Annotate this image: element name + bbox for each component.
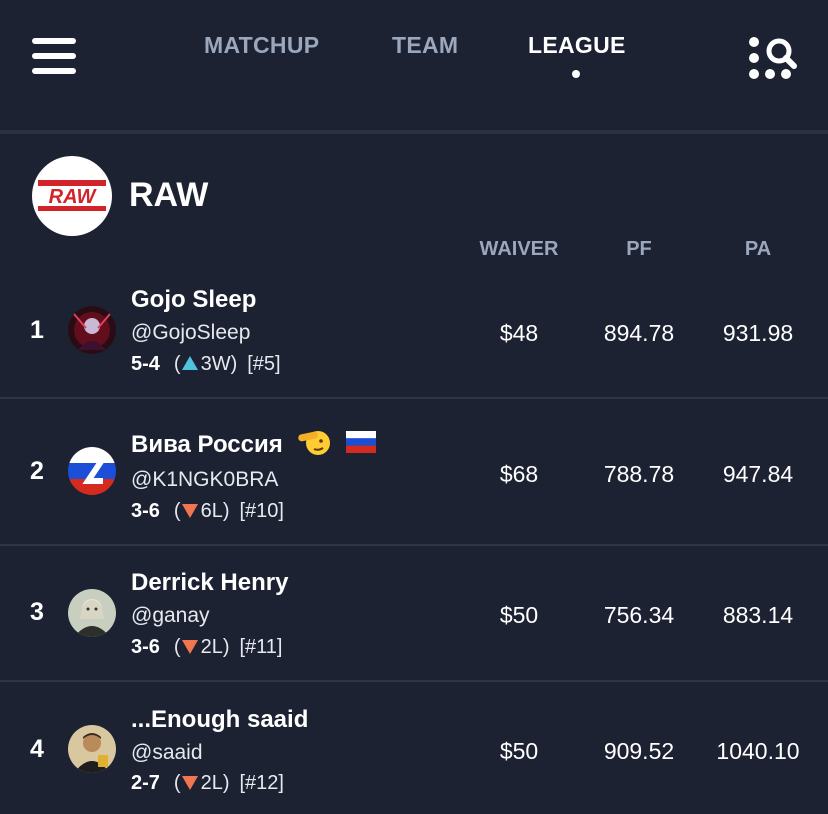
team-handle: @GojoSleep [131,321,251,344]
streak-text: 3W) [200,353,238,375]
win-loss-record: 3-6 [131,636,160,658]
nav-divider [0,130,828,134]
points-for: 756.34 [603,602,675,628]
rank: 4 [30,735,44,763]
team-handle: @ganay [131,604,210,627]
seed: [#12] [239,772,284,794]
team-name[interactable]: Вива Россия [131,431,283,458]
team-name[interactable]: Derrick Henry [131,569,288,597]
streak-text: 2L) [200,636,230,658]
streak-up-icon [181,356,198,370]
league-logo: RAW [32,156,112,236]
points-against: 883.14 [722,602,794,628]
avatar[interactable] [68,589,116,637]
column-header-waiver[interactable]: WAIVER [468,238,570,261]
top-nav-bar: MATCHUP TEAM LEAGUE [0,0,828,130]
streak: (6L) [173,500,230,522]
waiver-budget: $50 [499,738,539,764]
team-name-row: Вива Россия [131,428,377,463]
standings-row[interactable]: 4 ...Enough saaid @saaid 2-7 (2L) [#12] $5… [0,682,828,814]
points-for: 788.78 [603,461,675,487]
tab-matchup[interactable]: MATCHUP [204,32,319,59]
team-name[interactable]: Gojo Sleep [131,286,256,314]
russia-flag-icon [346,431,377,460]
win-loss-record: 5-4 [131,353,160,375]
league-name: RAW [129,176,209,214]
rank: 3 [30,598,44,626]
seed: [#11] [239,636,283,658]
standings-row[interactable]: 2 Вива Россия @K1NGK0BRA 3-6 (6L) [#10]… [0,399,828,545]
team-handle: @saaid [131,741,203,764]
streak-text: 2L) [200,772,230,794]
streak: (2L) [173,636,230,658]
avatar[interactable] [68,447,116,495]
waiver-budget: $48 [499,320,539,346]
streak: (2L) [173,772,230,794]
column-header-pa[interactable]: PA [705,238,811,261]
rank: 2 [30,457,44,485]
tab-league[interactable]: LEAGUE [528,32,626,59]
waiver-budget: $68 [499,461,539,487]
avatar[interactable] [68,725,116,773]
saluting-face-emoji-icon [297,428,331,463]
standings-row[interactable]: 1 Gojo Sleep @GojoSleep 5-4(3W) [#5] $48 … [0,268,828,398]
search-grid-icon[interactable] [748,36,800,80]
record-line: 5-4 (3W) [#5] [131,353,281,376]
points-against: 947.84 [722,461,794,487]
streak-down-icon [181,640,198,654]
rank: 1 [30,316,44,344]
tab-team[interactable]: TEAM [392,32,458,59]
streak-text: 6L) [200,500,230,522]
seed: [#5] [247,353,281,375]
record-line: 2-7 (2L) [#12] [131,772,284,795]
record-line: 3-6 (2L) [#11] [131,636,282,659]
points-against: 931.98 [722,320,794,346]
svg-text:RAW: RAW [49,186,98,208]
seed: [#10] [239,500,284,522]
win-loss-record: 2-7 [131,772,160,794]
streak-down-icon [181,504,198,518]
win-loss-record: 3-6 [131,500,160,522]
standings-row[interactable]: 3 Derrick Henry @ganay 3-6(2L) [#11] $50 … [0,546,828,680]
streak: (3W) [173,353,238,375]
column-header-pf[interactable]: PF [588,238,690,261]
points-for: 894.78 [603,320,675,346]
waiver-budget: $50 [499,602,539,628]
team-name[interactable]: ...Enough saaid [131,706,308,734]
record-line: 3-6 (6L) [#10] [131,500,284,523]
active-tab-indicator [572,70,580,78]
points-for: 909.52 [603,738,675,764]
avatar[interactable] [68,306,116,354]
team-handle: @K1NGK0BRA [131,468,279,491]
points-against: 1040.10 [716,738,800,764]
streak-down-icon [181,776,198,790]
hamburger-menu-icon[interactable] [32,38,76,74]
